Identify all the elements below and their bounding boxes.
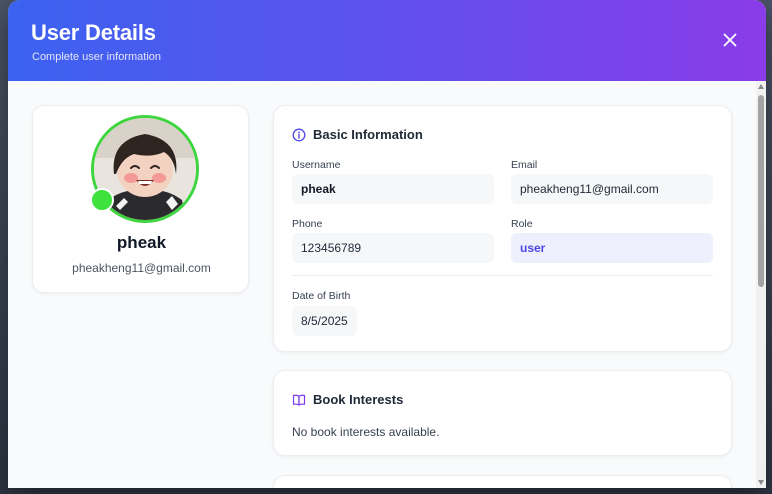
dob-label: Date of Birth — [292, 290, 351, 302]
user-details-modal: User Details Complete user information p… — [8, 0, 766, 488]
vertical-scrollbar[interactable] — [756, 81, 766, 488]
book-interests-card: Book Interests No book interests availab… — [273, 370, 732, 456]
email-label: Email — [511, 159, 538, 171]
phone-value: 123456789 — [292, 233, 494, 263]
close-icon — [723, 33, 737, 47]
username-label: Username — [292, 159, 341, 171]
modal-subtitle: Complete user information — [32, 51, 162, 63]
basic-information-card: Basic Information Username pheak Email p… — [273, 105, 732, 352]
email-value: pheakheng11@gmail.com — [511, 174, 713, 204]
modal-title: User Details — [31, 20, 156, 45]
modal-body: pheak pheakheng11@gmail.com Basic Inform… — [8, 81, 766, 488]
profile-email: pheakheng11@gmail.com — [72, 261, 211, 275]
next-section-card — [273, 475, 732, 488]
basic-information-heading: Basic Information — [292, 127, 423, 142]
section-divider — [292, 275, 713, 276]
close-button[interactable] — [720, 30, 740, 50]
online-status-indicator — [90, 188, 114, 212]
basic-information-title: Basic Information — [313, 127, 423, 142]
profile-name: pheak — [116, 233, 167, 252]
scroll-up-arrow-icon[interactable] — [758, 84, 764, 89]
book-icon — [292, 394, 306, 406]
info-icon — [292, 128, 306, 141]
username-value: pheak — [292, 174, 494, 204]
book-interests-title: Book Interests — [313, 392, 404, 407]
scrollbar-thumb[interactable] — [758, 95, 764, 287]
book-interests-heading: Book Interests — [292, 392, 403, 407]
profile-card: pheak pheakheng11@gmail.com — [32, 105, 249, 293]
modal-header: User Details Complete user information — [8, 0, 766, 81]
dob-value: 8/5/2025 — [292, 306, 357, 336]
role-label: Role — [511, 218, 533, 230]
role-badge: user — [511, 233, 713, 263]
book-interests-empty-text: No book interests available. — [292, 425, 440, 439]
phone-label: Phone — [292, 218, 323, 230]
scroll-down-arrow-icon[interactable] — [758, 480, 764, 485]
